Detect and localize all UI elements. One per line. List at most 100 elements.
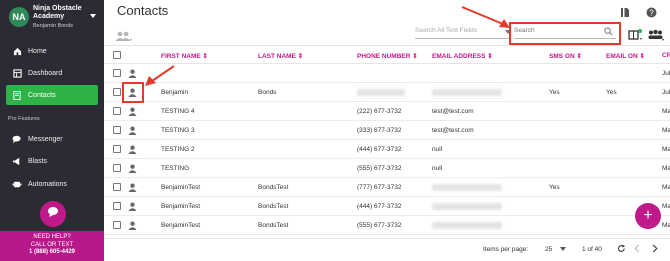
cell-phone: (222) 677-3732 [357, 108, 402, 115]
redacted-email [432, 184, 502, 191]
column-header-email-on[interactable]: EMAIL ON ⇕ [606, 52, 645, 60]
annotation-arrow-avatar [145, 65, 175, 86]
help-line-2: CALL OR TEXT [30, 241, 74, 248]
cell-phone: (444) 677-3732 [357, 146, 402, 153]
cell-created: Ma [662, 184, 670, 191]
items-per-page-label: Items per page: [483, 246, 529, 253]
table-row[interactable]: TESTING 4 (222) 677-3732 test@test.com Ma [104, 102, 670, 121]
cell-email: null [432, 165, 443, 172]
column-header-created[interactable]: CR [662, 52, 670, 59]
cell-phone: (333) 677-3732 [357, 127, 402, 134]
column-label: LAST NAME [258, 53, 296, 60]
chat-bubble-icon [47, 205, 59, 223]
table-row[interactable]: BenjaminTest BondsTest (555) 677-3732 Ma [104, 216, 670, 235]
cell-last-name: Bonds [258, 89, 277, 96]
chat-button[interactable] [40, 201, 66, 227]
cell-first-name: TESTING 3 [161, 127, 195, 134]
redacted-email [432, 222, 502, 229]
cell-created: Ma [662, 127, 670, 134]
row-checkbox[interactable] [113, 164, 121, 172]
contact-avatar-icon[interactable] [128, 107, 137, 118]
help-icon[interactable]: ? [646, 5, 657, 23]
column-header-phone[interactable]: PHONE NUMBER ⇕ [357, 52, 418, 60]
help-banner[interactable]: NEED HELP? CALL OR TEXT 1 (888) 605-4429 [0, 231, 104, 261]
column-header-first-name[interactable]: FIRST NAME ⇕ [161, 52, 208, 60]
sidebar-item-label: Automations [28, 180, 67, 188]
sidebar: NA Ninja Obstacle Academy Benjamin Bonds… [0, 0, 104, 261]
column-header-last-name[interactable]: LAST NAME ⇕ [258, 52, 303, 60]
cell-created: Ma [662, 146, 670, 153]
row-checkbox[interactable] [113, 202, 121, 210]
column-label: SMS ON [549, 53, 575, 60]
redacted-email [432, 203, 502, 210]
column-header-email[interactable]: EMAIL ADDRESS ⇕ [432, 52, 493, 60]
messenger-icon [6, 135, 28, 144]
table-row[interactable]: Benjamin Bonds Yes Yes Jul [104, 83, 670, 102]
contact-avatar-icon[interactable] [128, 202, 137, 213]
help-phone[interactable]: 1 (888) 605-4429 [29, 249, 75, 255]
org-avatar: NA [9, 7, 29, 27]
cell-sms-on: Yes [549, 184, 560, 191]
org-switcher[interactable]: NA Ninja Obstacle Academy Benjamin Bonds [0, 0, 104, 36]
table-row[interactable]: TESTING (555) 677-3732 null Ma [104, 159, 670, 178]
sidebar-item-automations[interactable]: Automations [6, 174, 98, 194]
row-checkbox[interactable] [113, 221, 121, 229]
cell-first-name: TESTING 2 [161, 146, 195, 153]
sidebar-item-label: Home [28, 47, 47, 55]
sidebar-item-home[interactable]: Home [6, 41, 98, 61]
row-checkbox[interactable] [113, 88, 121, 96]
cell-created: Jul [662, 70, 670, 77]
table-row[interactable]: TESTING 2 (444) 677-3732 null Ma [104, 140, 670, 159]
table-row[interactable]: BenjaminTest BondsTest (444) 677-3732 Ma [104, 197, 670, 216]
row-checkbox[interactable] [113, 69, 121, 77]
row-checkbox[interactable] [113, 183, 121, 191]
contact-avatar-icon[interactable] [128, 126, 137, 137]
row-checkbox[interactable] [113, 126, 121, 134]
group-icon[interactable] [647, 28, 665, 46]
org-name: Ninja Obstacle Academy [33, 5, 82, 20]
sidebar-item-contacts[interactable]: Contacts [6, 85, 98, 105]
chevron-down-icon [560, 247, 567, 252]
cell-created: Ma [662, 165, 670, 172]
table-row[interactable]: BenjaminTest BondsTest (777) 677-3732 Yes Ma [104, 178, 670, 197]
megaphone-icon [6, 157, 28, 166]
plus-icon: + [643, 207, 653, 224]
contact-avatar-icon[interactable] [128, 69, 137, 80]
redacted-email [432, 89, 502, 96]
cell-last-name: BondsTest [258, 203, 289, 210]
dashboard-icon [6, 68, 28, 78]
cell-first-name: TESTING [161, 165, 190, 172]
next-page-icon[interactable] [651, 244, 659, 255]
contact-avatar-icon[interactable] [128, 183, 137, 194]
add-contact-button[interactable]: + [635, 203, 661, 229]
bulk-contacts-icon[interactable] [115, 29, 133, 47]
contact-avatar-icon[interactable] [128, 221, 137, 232]
contact-avatar-icon[interactable] [128, 145, 137, 156]
column-header-sms-on[interactable]: SMS ON ⇕ [549, 52, 582, 60]
row-checkbox[interactable] [113, 107, 121, 115]
sidebar-item-blasts[interactable]: Blasts [6, 151, 98, 171]
sidebar-item-messenger[interactable]: Messenger [6, 129, 98, 149]
cell-email: test@test.com [432, 127, 474, 134]
search-highlight-box [509, 22, 621, 45]
prev-page-icon[interactable] [633, 244, 641, 255]
items-per-page-select[interactable]: 25 [545, 246, 567, 253]
columns-icon[interactable] [628, 28, 644, 46]
sidebar-item-dashboard[interactable]: Dashboard [6, 63, 98, 83]
help-line-1: NEED HELP? [33, 234, 71, 240]
main-content: Contacts ? Search All Text Fields FIRST … [104, 0, 670, 261]
table-row[interactable]: TESTING 3 (333) 677-3732 test@test.com Ma [104, 121, 670, 140]
table-row[interactable]: Jul [104, 64, 670, 83]
select-all-checkbox[interactable] [113, 51, 121, 59]
items-per-page-value: 25 [545, 246, 553, 253]
cell-first-name: BenjaminTest [161, 184, 201, 191]
sidebar-item-label: Dashboard [28, 69, 63, 77]
sidebar-item-label: Contacts [28, 91, 56, 99]
table-header: FIRST NAME ⇕ LAST NAME ⇕ PHONE NUMBER ⇕ … [104, 47, 670, 64]
book-icon[interactable] [620, 5, 630, 23]
contact-avatar-icon[interactable] [128, 164, 137, 175]
chevron-down-icon[interactable] [90, 14, 96, 18]
refresh-icon[interactable] [617, 244, 626, 255]
avatar-highlight-box [122, 82, 144, 103]
row-checkbox[interactable] [113, 145, 121, 153]
